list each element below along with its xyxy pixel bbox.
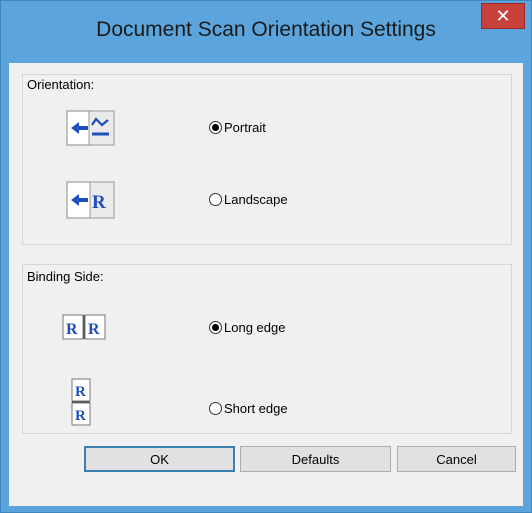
dialog-body: Orientation: Portrait R Landscape Bindin… <box>9 63 523 506</box>
dialog-window: Document Scan Orientation Settings ✕ Ori… <box>0 0 532 513</box>
landscape-radio[interactable] <box>209 193 222 206</box>
portrait-radio[interactable] <box>209 121 222 134</box>
svg-text:R: R <box>66 321 78 338</box>
dialog-title: Document Scan Orientation Settings <box>96 18 436 41</box>
binding-side-group-label: Binding Side: <box>25 269 106 284</box>
portrait-orientation-icon <box>66 110 115 146</box>
portrait-label[interactable]: Portrait <box>224 120 266 135</box>
long-edge-option[interactable]: Long edge <box>209 320 285 335</box>
cancel-button[interactable]: Cancel <box>397 446 516 472</box>
ok-button[interactable]: OK <box>84 446 235 472</box>
landscape-option[interactable]: Landscape <box>209 192 288 207</box>
svg-text:R: R <box>75 408 86 424</box>
short-edge-label[interactable]: Short edge <box>224 401 288 416</box>
title-bar[interactable]: Document Scan Orientation Settings ✕ <box>1 1 531 63</box>
short-edge-radio[interactable] <box>209 402 222 415</box>
short-edge-binding-icon: R R <box>71 378 91 426</box>
svg-text:R: R <box>92 192 106 213</box>
close-button[interactable]: ✕ <box>481 3 525 29</box>
close-icon: ✕ <box>495 6 511 26</box>
svg-text:R: R <box>75 384 86 400</box>
long-edge-radio[interactable] <box>209 321 222 334</box>
svg-text:R: R <box>88 321 100 338</box>
long-edge-binding-icon: R R <box>62 314 106 340</box>
orientation-group-label: Orientation: <box>25 77 97 92</box>
short-edge-option[interactable]: Short edge <box>209 401 288 416</box>
portrait-option[interactable]: Portrait <box>209 120 266 135</box>
landscape-orientation-icon: R <box>66 181 115 219</box>
long-edge-label[interactable]: Long edge <box>224 320 285 335</box>
defaults-button[interactable]: Defaults <box>240 446 391 472</box>
landscape-label[interactable]: Landscape <box>224 192 288 207</box>
